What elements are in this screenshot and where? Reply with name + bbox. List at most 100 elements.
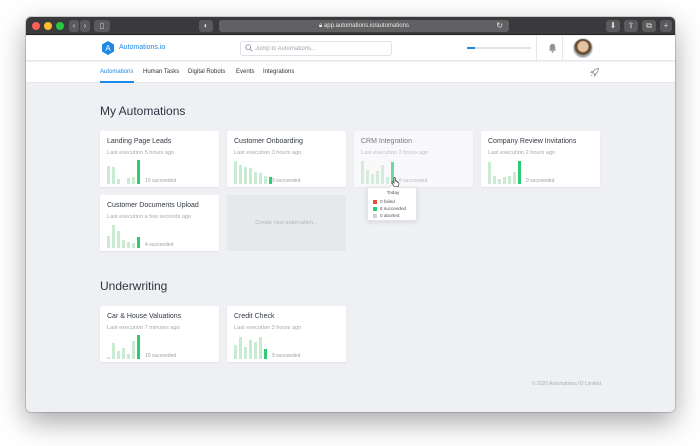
execution-chart [234,160,272,184]
logo-text[interactable]: Automations.io [119,44,165,51]
card-last-execution: Last execution a few seconds ago [107,214,192,220]
nav-tab-digital-robots[interactable]: Digital Robots [188,69,225,75]
execution-bar[interactable] [244,347,247,359]
execution-bar[interactable] [386,176,389,184]
sidebar-toggle-button[interactable]: ▯ [94,20,110,32]
user-avatar[interactable] [573,38,593,58]
automation-card[interactable]: CRM Integration Last execution 2 hours a… [354,131,473,187]
execution-bar[interactable] [137,160,140,184]
execution-bar[interactable] [234,344,237,359]
execution-chart [488,160,526,184]
automation-card[interactable]: Customer Onboarding Last execution 3 hou… [227,131,346,187]
execution-bar[interactable] [371,174,374,184]
chart-tooltip: Today 0 failed 8 succeeded 0 aborted [367,187,417,221]
automation-card[interactable]: Landing Page Leads Last execution 5 hour… [100,131,219,187]
execution-chart [107,224,145,248]
rocket-icon[interactable] [590,68,599,77]
execution-bar[interactable] [132,341,135,359]
privacy-shield-button[interactable]: ◐ [199,20,213,32]
nav-tab-human-tasks[interactable]: Human Tasks [143,69,179,75]
card-title: Landing Page Leads [107,138,172,145]
execution-bar[interactable] [249,168,252,184]
back-button[interactable]: ‹ [69,20,79,32]
close-window-button[interactable] [32,22,40,30]
execution-bar[interactable] [127,242,130,248]
execution-bar[interactable] [254,342,257,359]
execution-bar[interactable] [259,337,262,359]
tabs-overview-button[interactable]: ⧉ [642,20,656,32]
card-title: Customer Onboarding [234,138,303,145]
header-divider [562,36,563,61]
execution-bar[interactable] [137,237,140,248]
execution-bar[interactable] [239,337,242,359]
minimize-window-button[interactable] [44,22,52,30]
execution-bar[interactable] [234,161,237,184]
nav-tab-events[interactable]: Events [236,69,254,75]
execution-bar[interactable] [112,225,115,248]
reload-icon[interactable]: ↻ [496,20,503,32]
execution-bar[interactable] [122,239,125,248]
execution-bar[interactable] [381,164,384,184]
nav-tab-integrations[interactable]: Integrations [263,69,294,75]
search-box[interactable] [240,41,392,56]
share-button[interactable]: ⇪ [624,20,638,32]
execution-bar[interactable] [132,176,135,184]
execution-bar[interactable] [112,167,115,184]
automation-card[interactable]: Credit Check Last execution 3 hours ago … [227,306,346,362]
search-input[interactable] [255,42,389,55]
execution-bar[interactable] [503,176,506,184]
execution-bar[interactable] [493,175,496,184]
execution-bar[interactable] [137,335,140,359]
execution-bar[interactable] [112,343,115,359]
execution-bar[interactable] [127,354,130,359]
execution-bar[interactable] [259,173,262,184]
notifications-bell-icon[interactable] [548,43,557,53]
execution-bar[interactable] [107,356,110,359]
execution-bar[interactable] [132,243,135,248]
succeeded-count: 10 succeeded [145,178,177,184]
hand-cursor-icon [391,177,400,187]
execution-bar[interactable] [107,166,110,184]
execution-bar[interactable] [239,164,242,184]
execution-bar[interactable] [254,172,257,184]
maximize-window-button[interactable] [56,22,64,30]
execution-bar[interactable] [107,236,110,248]
nav-tab-automations[interactable]: Automations [100,69,133,75]
card-last-execution: Last execution 7 minutes ago [107,325,180,331]
execution-bar[interactable] [498,179,501,184]
execution-bar[interactable] [117,231,120,248]
forward-button[interactable]: › [80,20,90,32]
execution-bar[interactable] [244,167,247,184]
execution-bar[interactable] [249,339,252,359]
execution-bar[interactable] [361,161,364,184]
execution-bar[interactable] [508,175,511,184]
execution-bar[interactable] [513,172,516,184]
create-automation-card[interactable]: Create new automation... [227,195,346,251]
execution-bar[interactable] [264,175,267,184]
execution-bar[interactable] [366,169,369,184]
automation-card[interactable]: Customer Documents Upload Last execution… [100,195,219,251]
card-last-execution: Last execution 2 hours ago [488,150,556,156]
card-last-execution: Last execution 3 hours ago [234,325,302,331]
execution-bar[interactable] [518,161,521,184]
aborted-swatch [373,213,377,218]
logo-icon[interactable]: A [101,41,115,55]
automation-card[interactable]: Company Review Invitations Last executio… [481,131,600,187]
execution-bar[interactable] [127,178,130,184]
execution-bar[interactable] [117,350,120,359]
tooltip-title: Today [386,191,400,196]
card-title: Customer Documents Upload [107,202,199,209]
new-tab-button[interactable]: + [660,20,672,32]
tooltip-row-aborted: 0 aborted [373,213,399,218]
automation-card[interactable]: Car & House Valuations Last execution 7 … [100,306,219,362]
execution-bar[interactable] [488,162,491,184]
download-button[interactable]: ⬇ [606,20,620,32]
active-tab-indicator [100,81,134,83]
failed-swatch [373,199,377,204]
execution-bar[interactable] [117,179,120,184]
execution-bar[interactable] [376,170,379,184]
execution-bar[interactable] [122,348,125,359]
url-text: app.automations.io/automations [323,23,409,29]
execution-bar[interactable] [264,349,267,359]
address-bar[interactable]: 🔒︎ app.automations.io/automations ↻ [219,20,509,32]
